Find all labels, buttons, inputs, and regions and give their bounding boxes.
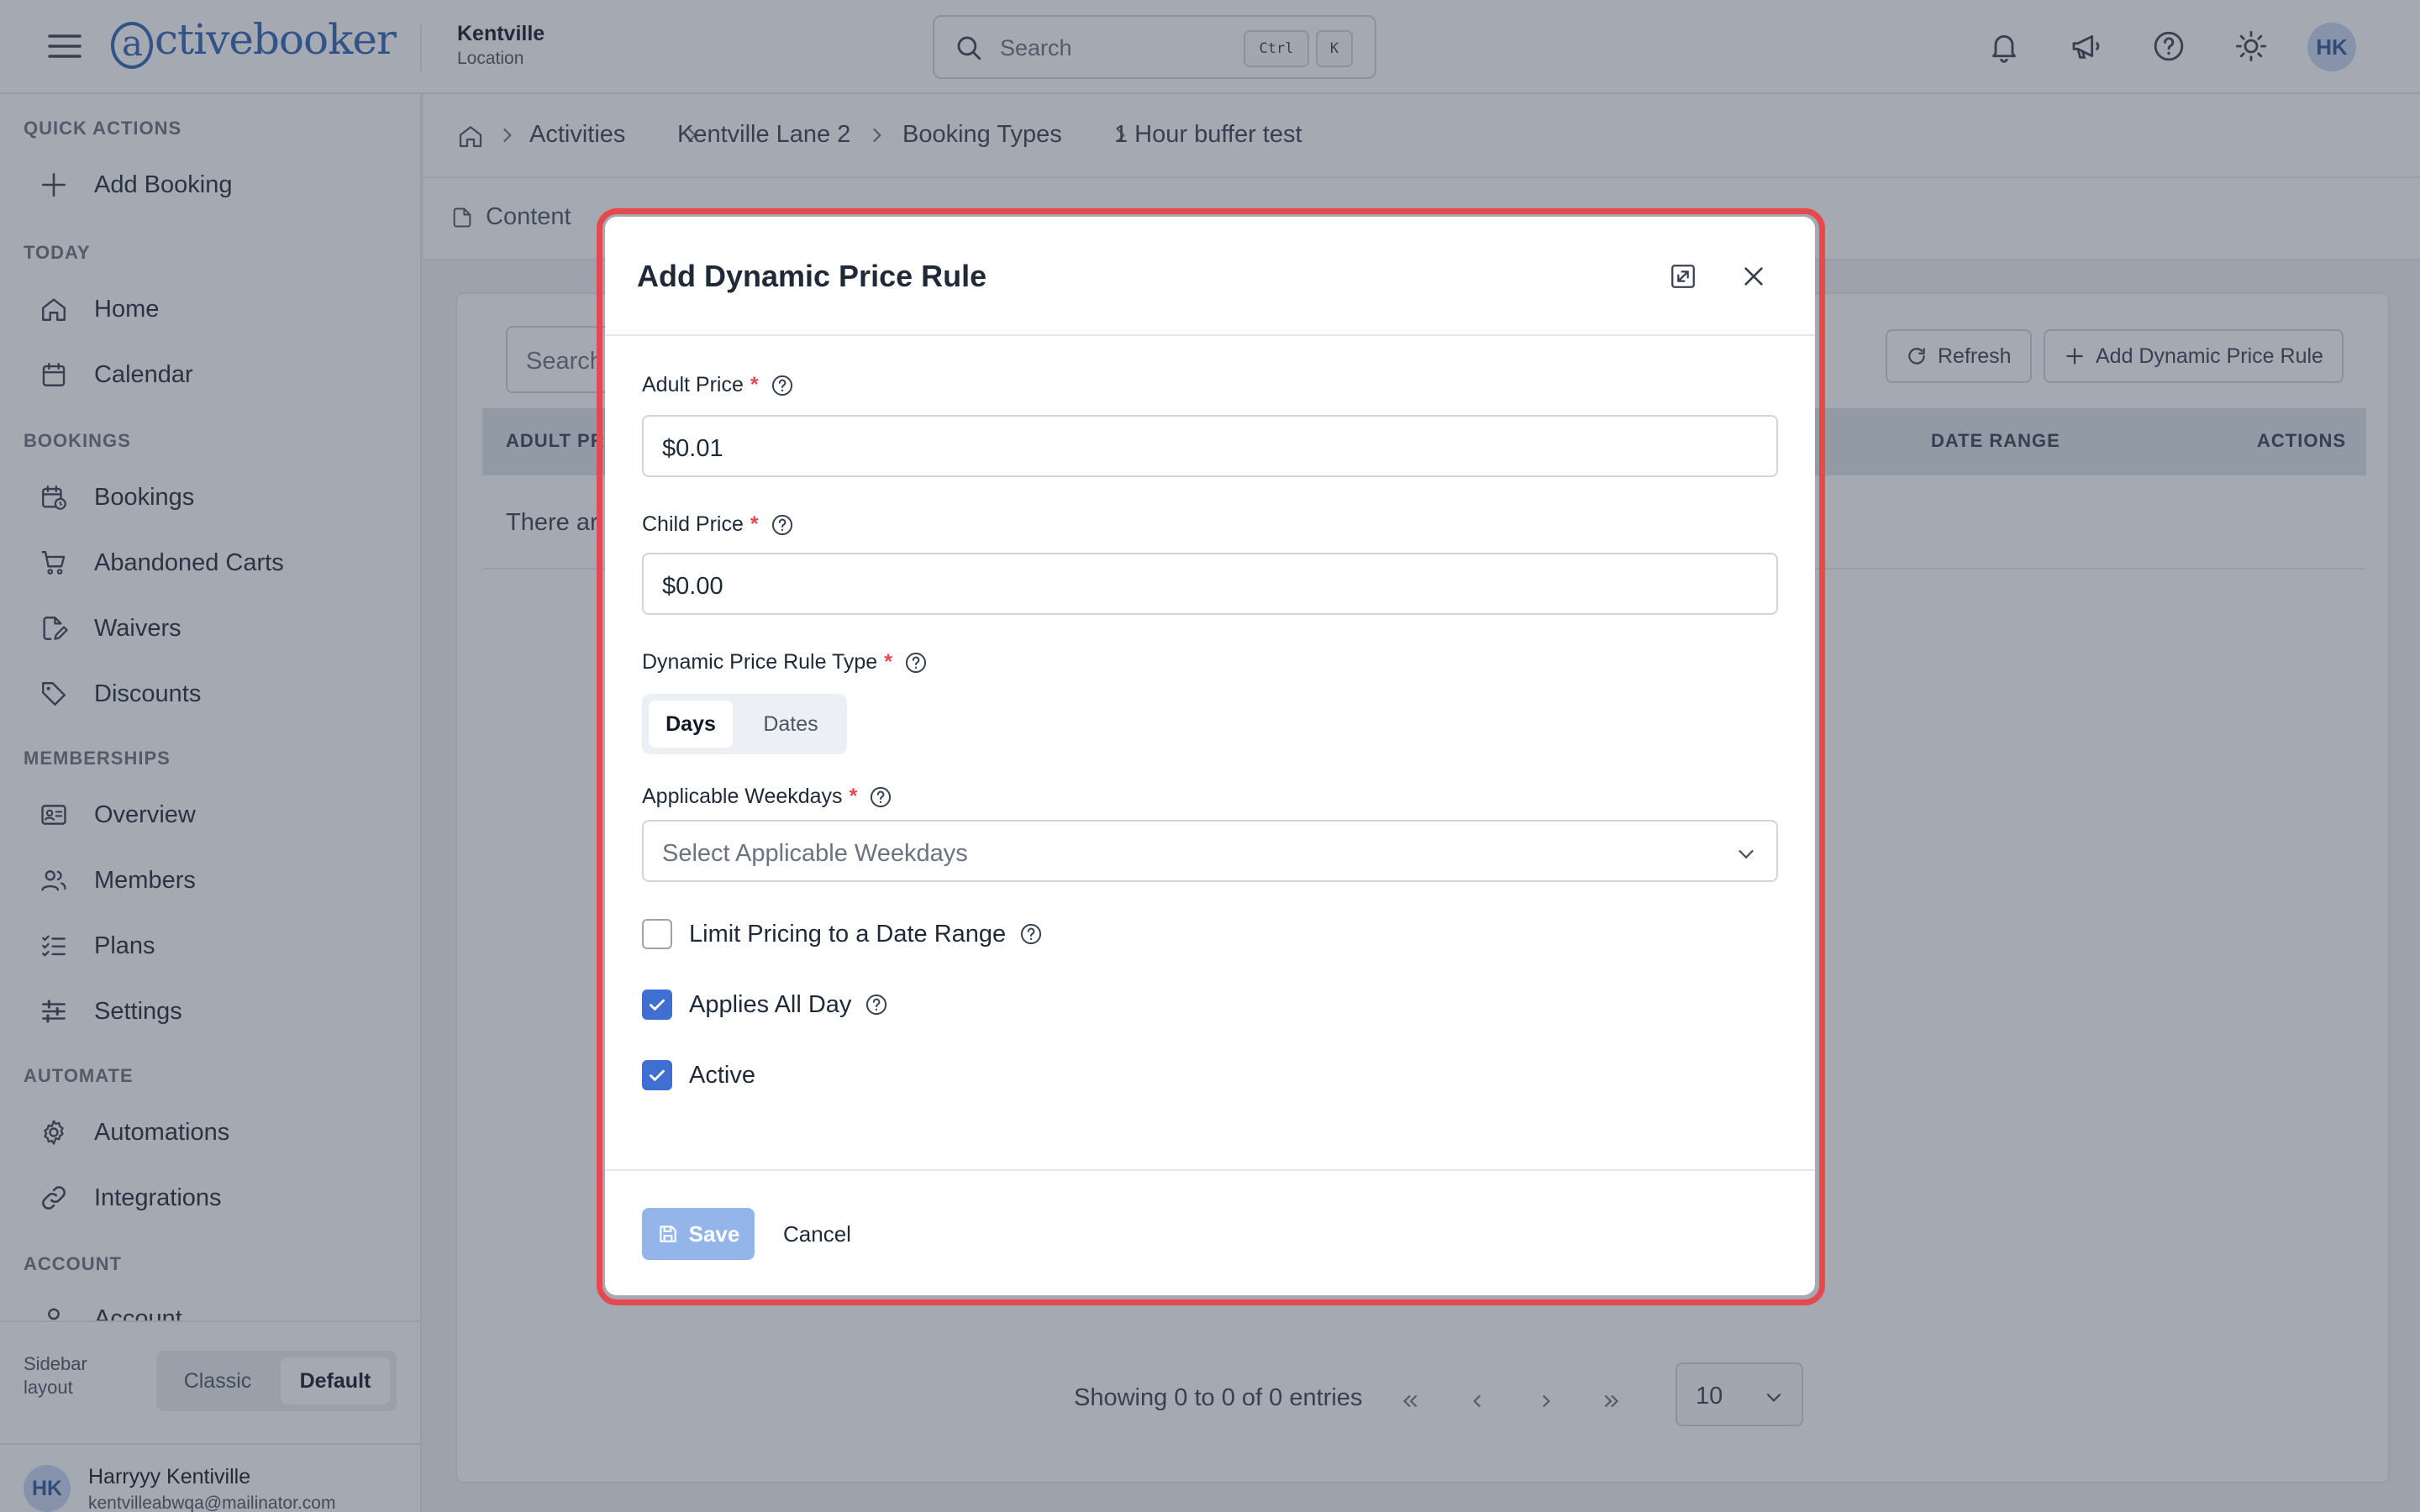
applicable-weekdays-label-text: Applicable Weekdays <box>642 785 843 808</box>
active-checkbox[interactable] <box>642 1060 672 1090</box>
rule-type-option-dates[interactable]: Dates <box>744 701 837 748</box>
help-circle-icon[interactable] <box>865 993 888 1016</box>
modal-header: Add Dynamic Price Rule <box>605 217 1815 336</box>
modal-footer: Save Cancel <box>605 1169 1815 1295</box>
modal-title: Add Dynamic Price Rule <box>637 259 987 293</box>
app-page: a ctivebooker Kentville Location Search C… <box>0 0 2420 1512</box>
applicable-weekdays-label: Applicable Weekdays * <box>642 785 892 809</box>
limit-date-range-row: Limit Pricing to a Date Range <box>642 917 1043 951</box>
applicable-weekdays-select[interactable]: Select Applicable Weekdays <box>642 820 1778 882</box>
help-circle-icon[interactable] <box>904 651 928 675</box>
child-price-value: $0.00 <box>662 573 723 600</box>
expand-icon[interactable] <box>1664 257 1702 296</box>
chevron-down-icon <box>1734 842 1758 865</box>
rule-type-option-days[interactable]: Days <box>649 701 733 748</box>
rule-type-label: Dynamic Price Rule Type * <box>642 650 928 675</box>
save-icon <box>657 1223 679 1245</box>
active-row: Active <box>642 1058 755 1092</box>
adult-price-label-text: Adult Price <box>642 373 744 396</box>
add-dynamic-price-rule-dialog: Add Dynamic Price Rule Adult Price * $0.… <box>605 217 1815 1295</box>
required-marker: * <box>750 512 759 536</box>
help-circle-icon[interactable] <box>869 785 892 809</box>
applies-all-day-label[interactable]: Applies All Day <box>689 991 851 1019</box>
child-price-input[interactable]: $0.00 <box>642 553 1778 615</box>
save-label: Save <box>688 1221 740 1247</box>
required-marker: * <box>884 650 892 674</box>
required-marker: * <box>849 785 858 808</box>
adult-price-label: Adult Price * <box>642 373 794 397</box>
adult-price-input[interactable]: $0.01 <box>642 415 1778 477</box>
help-circle-icon[interactable] <box>1019 922 1043 946</box>
active-label[interactable]: Active <box>689 1062 755 1089</box>
cancel-button[interactable]: Cancel <box>783 1221 851 1247</box>
adult-price-value: $0.01 <box>662 435 723 462</box>
rule-type-label-text: Dynamic Price Rule Type <box>642 650 878 674</box>
applies-all-day-row: Applies All Day <box>642 988 888 1021</box>
child-price-label: Child Price * <box>642 512 794 537</box>
required-marker: * <box>750 373 759 396</box>
check-icon <box>650 999 665 1011</box>
applies-all-day-checkbox[interactable] <box>642 990 672 1020</box>
close-icon[interactable] <box>1734 257 1773 296</box>
help-circle-icon[interactable] <box>771 374 794 397</box>
check-icon <box>650 1069 665 1081</box>
limit-date-range-checkbox[interactable] <box>642 919 672 949</box>
save-button[interactable]: Save <box>642 1208 755 1260</box>
rule-type-toggle: Days Dates <box>642 694 847 754</box>
weekdays-placeholder: Select Applicable Weekdays <box>662 840 968 867</box>
limit-date-range-label[interactable]: Limit Pricing to a Date Range <box>689 921 1006 948</box>
help-circle-icon[interactable] <box>771 513 794 537</box>
child-price-label-text: Child Price <box>642 512 744 536</box>
